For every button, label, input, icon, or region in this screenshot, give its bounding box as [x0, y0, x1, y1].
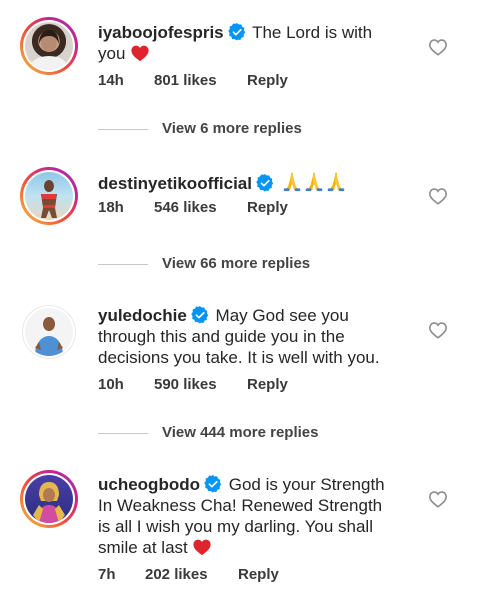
- reply-button[interactable]: Reply: [247, 72, 288, 89]
- avatar[interactable]: [20, 167, 78, 225]
- like-heart-icon[interactable]: [428, 187, 448, 205]
- like-heart-icon[interactable]: [428, 321, 448, 339]
- comment-username[interactable]: yuledochie: [98, 306, 187, 325]
- avatar[interactable]: [20, 17, 78, 75]
- verified-badge-icon: [228, 23, 246, 41]
- praying-hands-emoji: [325, 170, 347, 192]
- comment-body: iyaboojofespris The Lord is with you: [98, 22, 398, 64]
- comment-likes[interactable]: 546 likes: [154, 199, 217, 216]
- avatar-photo-icon: [35, 317, 63, 356]
- avatar-photo-icon: [41, 180, 57, 218]
- reply-button[interactable]: Reply: [247, 376, 288, 393]
- comment-username[interactable]: destinyetikoofficial: [98, 174, 252, 193]
- like-heart-icon[interactable]: [428, 38, 448, 56]
- comment-time: 18h: [98, 199, 124, 216]
- verified-badge-icon: [204, 475, 222, 493]
- avatar-photo-icon: [33, 482, 65, 523]
- red-heart-emoji: [192, 538, 212, 556]
- red-heart-emoji: [130, 44, 150, 62]
- verified-badge-icon: [191, 306, 209, 324]
- divider-line: [98, 129, 148, 130]
- divider-line: [98, 264, 148, 265]
- praying-hands-emoji: [281, 170, 303, 192]
- avatar[interactable]: [22, 305, 76, 359]
- verified-badge-icon: [256, 174, 274, 192]
- comment-likes[interactable]: 202 likes: [145, 566, 208, 583]
- divider-line: [98, 433, 148, 434]
- like-heart-icon[interactable]: [428, 490, 448, 508]
- reply-button[interactable]: Reply: [247, 199, 288, 216]
- comment-time: 14h: [98, 72, 124, 89]
- comment-username[interactable]: ucheogbodo: [98, 475, 200, 494]
- avatar-photo-icon: [31, 30, 67, 70]
- comment-likes[interactable]: 590 likes: [154, 376, 217, 393]
- comment-body: yuledochie May God see you through this …: [98, 305, 403, 368]
- comment-body: destinyetikoofficial: [98, 170, 398, 194]
- comment-username[interactable]: iyaboojofespris: [98, 23, 224, 42]
- praying-hands-emoji: [303, 170, 325, 192]
- comment-time: 10h: [98, 376, 124, 393]
- comment-likes[interactable]: 801 likes: [154, 72, 217, 89]
- reply-button[interactable]: Reply: [238, 566, 279, 583]
- avatar[interactable]: [20, 470, 78, 528]
- comment-time: 7h: [98, 566, 116, 583]
- comment-body: ucheogbodo God is your Strength In Weakn…: [98, 474, 398, 558]
